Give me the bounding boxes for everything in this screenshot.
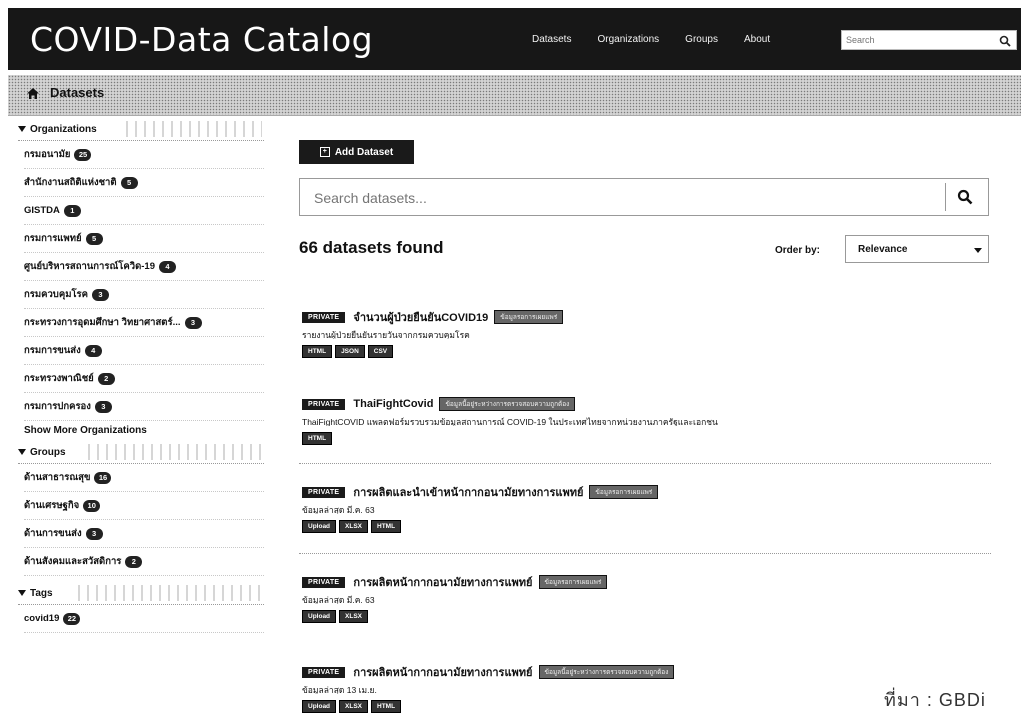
dataset-title-link[interactable]: การผลิตหน้ากากอนามัยทางการแพทย์ (353, 663, 532, 681)
tags-heading: Tags (18, 582, 264, 605)
format-badge[interactable]: CSV (367, 345, 394, 358)
dataset-item: PRIVATE จำนวนผู้ป่วยยืนยันCOVID19 ข้อมูล… (302, 309, 992, 358)
dataset-title-link[interactable]: จำนวนผู้ป่วยยืนยันCOVID19 (353, 308, 488, 326)
private-badge: PRIVATE (302, 486, 346, 498)
dataset-search-input[interactable] (314, 189, 914, 207)
dataset-description: ข้อมูลล่าสุด มี.ค. 63 (302, 595, 375, 604)
show-more-organizations-link[interactable]: Show More Organizations (24, 421, 270, 441)
format-badge[interactable]: XLSX (339, 520, 369, 533)
nav-organizations[interactable]: Organizations (597, 34, 659, 45)
chevron-down-icon (974, 248, 982, 253)
private-badge: PRIVATE (302, 576, 346, 588)
org-item[interactable]: กระทรวงพาณิชย์ 2 (24, 365, 264, 393)
count-badge: 3 (94, 400, 112, 413)
dataset-description: ThaiFightCOVID แพลตฟอร์มรวบรวมข้อมูลสถาน… (302, 417, 718, 426)
main-nav: Datasets Organizations Groups About (532, 8, 796, 70)
header-search (841, 30, 1017, 50)
count-badge: 4 (159, 260, 176, 273)
count-badge: 2 (97, 372, 115, 385)
count-badge: 4 (84, 344, 102, 357)
count-badge: 25 (74, 148, 92, 161)
top-navbar: COVID-Data Catalog Datasets Organization… (8, 8, 1021, 70)
tag-item[interactable]: covid19 22 (24, 605, 264, 633)
dataset-title-link[interactable]: ThaiFightCovid (353, 398, 433, 410)
search-icon[interactable] (957, 189, 973, 210)
org-item[interactable]: กรมการขนส่ง 4 (24, 337, 264, 365)
draft-badge: ข้อมูลนี้อยู่ระหว่างการตรวจสอบความถูกต้อ… (439, 397, 576, 411)
count-badge: 5 (120, 176, 138, 189)
org-item[interactable]: สำนักงานสถิติแห่งชาติ 5 (24, 169, 264, 197)
nav-groups[interactable]: Groups (685, 34, 718, 45)
site-title[interactable]: COVID-Data Catalog (30, 20, 373, 59)
count-badge: 16 (94, 471, 112, 484)
org-item[interactable]: กระทรวงการอุดมศึกษา วิทยาศาสตร์... 3 (24, 309, 264, 337)
results-count: 66 datasets found (299, 238, 444, 257)
org-item[interactable]: กรมควบคุมโรค 3 (24, 281, 264, 309)
group-item[interactable]: ด้านสาธารณสุข 16 (24, 464, 264, 492)
draft-badge: ข้อมูลรอการเผยแพร่ (538, 575, 608, 589)
filter-icon (18, 126, 26, 132)
filter-icon (18, 590, 26, 596)
group-item[interactable]: ด้านการขนส่ง 3 (24, 520, 264, 548)
count-badge: 2 (125, 555, 143, 568)
organizations-heading: Organizations (18, 118, 264, 141)
dataset-search (299, 178, 989, 216)
format-badge[interactable]: Upload (302, 520, 337, 533)
format-badge[interactable]: HTML (302, 345, 333, 358)
org-item[interactable]: กรมการแพทย์ 5 (24, 225, 264, 253)
count-badge: 5 (85, 232, 103, 245)
count-badge: 3 (85, 527, 103, 540)
private-badge: PRIVATE (302, 398, 346, 410)
nav-datasets[interactable]: Datasets (532, 34, 571, 45)
nav-about[interactable]: About (744, 34, 770, 45)
source-caption: ที่มา : GBDi (884, 690, 986, 710)
draft-badge: ข้อมูลรอการเผยแพร่ (589, 485, 659, 499)
group-item[interactable]: ด้านเศรษฐกิจ 10 (24, 492, 264, 520)
private-badge: PRIVATE (302, 311, 346, 323)
format-badge[interactable]: HTML (371, 520, 402, 533)
format-badge[interactable]: Upload (302, 610, 337, 623)
private-badge: PRIVATE (302, 666, 346, 678)
format-badge[interactable]: XLSX (339, 700, 369, 713)
count-badge: 22 (63, 612, 81, 625)
org-item[interactable]: ศูนย์บริหารสถานการณ์โควิด-19 4 (24, 253, 264, 281)
sidebar-facets: Organizations กรมอนามัย 25 สำนักงานสถิติแ… (8, 118, 270, 717)
breadcrumb-datasets[interactable]: Datasets (50, 85, 104, 100)
dataset-description: รายงานผู้ป่วยยืนยันรายวันจากกรมควบคุมโรค (302, 330, 470, 339)
order-by-label: Order by: (775, 245, 821, 256)
order-by-select[interactable]: Relevance (845, 235, 989, 263)
dataset-title-link[interactable]: การผลิตและนำเข้าหน้ากากอนามัยทางการแพทย์ (353, 483, 583, 501)
dataset-description: ข้อมูลล่าสุด มี.ค. 63 (302, 505, 375, 514)
dataset-item: PRIVATE การผลิตและนำเข้าหน้ากากอนามัยทาง… (302, 484, 992, 533)
draft-badge: ข้อมูลนี้อยู่ระหว่างการตรวจสอบความถูกต้อ… (538, 665, 675, 679)
dataset-item: PRIVATE ThaiFightCovid ข้อมูลนี้อยู่ระหว… (302, 396, 992, 445)
home-icon[interactable] (26, 87, 40, 105)
format-badge[interactable]: JSON (335, 345, 365, 358)
org-item[interactable]: GISTDA 1 (24, 197, 264, 225)
breadcrumb: Datasets (8, 75, 1021, 116)
org-item[interactable]: กรมการปกครอง 3 (24, 393, 264, 421)
dataset-item: PRIVATE การผลิตหน้ากากอนามัยทางการแพทย์ … (302, 574, 992, 623)
draft-badge: ข้อมูลรอการเผยแพร่ (494, 310, 564, 324)
search-icon[interactable] (999, 34, 1011, 52)
add-dataset-button[interactable]: + Add Dataset (299, 140, 414, 164)
org-item[interactable]: กรมอนามัย 25 (24, 141, 264, 169)
format-badge[interactable]: HTML (302, 432, 333, 445)
count-badge: 3 (92, 288, 110, 301)
filter-icon (18, 449, 26, 455)
format-badge[interactable]: Upload (302, 700, 337, 713)
count-badge: 10 (83, 499, 101, 512)
count-badge: 3 (184, 316, 202, 329)
format-badge[interactable]: HTML (371, 700, 402, 713)
format-badge[interactable]: XLSX (339, 610, 369, 623)
dataset-title-link[interactable]: การผลิตหน้ากากอนามัยทางการแพทย์ (353, 573, 532, 591)
group-item[interactable]: ด้านสังคมและสวัสดิการ 2 (24, 548, 264, 576)
header-search-input[interactable] (846, 33, 986, 47)
count-badge: 1 (63, 204, 81, 217)
groups-heading: Groups (18, 441, 264, 464)
plus-icon: + (319, 147, 330, 157)
